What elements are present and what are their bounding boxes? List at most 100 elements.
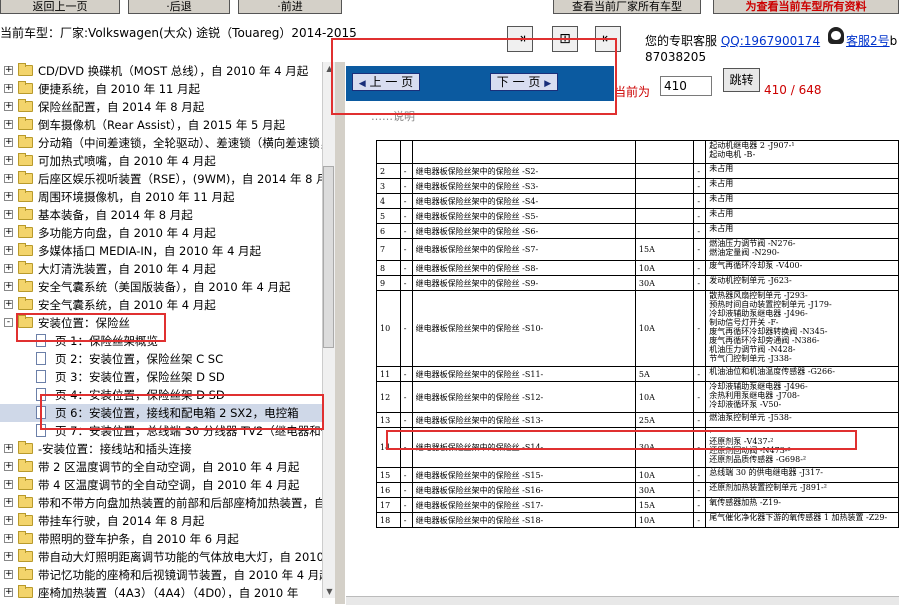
fuse-number-cell: 16 <box>376 482 401 498</box>
expand-node-icon[interactable]: + <box>4 300 13 309</box>
tree-folder-item[interactable]: + 周围环境摄像机，自 2010 年 11 月起 <box>0 188 322 206</box>
qq-link[interactable]: QQ:1967900174 <box>721 34 820 48</box>
folder-icon <box>18 279 33 292</box>
amperage-cell: 10A <box>634 467 695 483</box>
tree-folder-item[interactable]: + CD/DVD 换碟机（MOST 总线），自 2010 年 4 月起 <box>0 62 322 80</box>
expand-node-icon[interactable]: + <box>4 192 13 201</box>
tree-folder-item[interactable]: + 分动箱（中间差速锁，全轮驱动）、差速锁（横向差速锁， <box>0 134 322 152</box>
expand-node-icon[interactable]: + <box>4 156 13 165</box>
fuse-description-cell: 继电器板保险丝架中的保险丝 -S18- <box>411 512 636 528</box>
tree-folder-item[interactable]: + 带 2 区温度调节的全自动空调，自 2010 年 4 月起 <box>0 458 322 476</box>
tree-folder-item[interactable]: + 带照明的登车护条，自 2010 年 6 月起 <box>0 530 322 548</box>
expand-node-icon[interactable]: + <box>4 210 13 219</box>
tree-page-item[interactable]: 页 7：安装位置，总线端 30 分线器 TV2（继电器和保险丝 <box>0 422 322 440</box>
device-text: 散热器风扇控制单元 -J293- <box>709 291 808 301</box>
tree-folder-item[interactable]: + 多功能方向盘，自 2010 年 4 月起 <box>0 224 322 242</box>
go-button[interactable]: 跳转 <box>723 68 760 92</box>
tree-page-label: 页 1：保险丝架概览 <box>55 334 158 348</box>
expand-node-icon[interactable]: + <box>4 588 13 597</box>
dash-cell: - <box>399 223 413 239</box>
tree-page-item[interactable]: 页 2：安装位置，保险丝架 C SC <box>0 350 322 368</box>
back-to-previous-button[interactable]: 返回上一页 <box>0 0 120 14</box>
expand-node-icon[interactable]: + <box>4 228 13 237</box>
fit-width-icon[interactable]: ⇥ <box>507 26 533 52</box>
dash-cell: - <box>399 238 413 261</box>
dash-cell: - <box>399 260 413 276</box>
tree-folder-item[interactable]: + 带挂车行驶，自 2014 年 8 月起 <box>0 512 322 530</box>
tree-folder-item[interactable]: + 可加热式喷嘴，自 2010 年 4 月起 <box>0 152 322 170</box>
expand-node-icon[interactable]: + <box>4 246 13 255</box>
tree-page-item[interactable]: 页 1：保险丝架概览 <box>0 332 322 350</box>
forward-button[interactable]: ·前进 <box>238 0 342 14</box>
view-all-docs-button[interactable]: 为查看当前车型所有资料 <box>713 0 899 14</box>
tree-item-label: 倒车摄像机（Rear Assist），自 2015 年 5 月起 <box>38 118 285 132</box>
expand-node-icon[interactable]: + <box>4 282 13 291</box>
expand-node-icon[interactable]: + <box>4 444 13 453</box>
device-text: 余热利用泵继电器 -J708- <box>709 391 800 400</box>
expand-node-icon[interactable]: + <box>4 516 13 525</box>
tree-folder-item[interactable]: + -安装位置：接线站和插头连接 <box>0 440 322 458</box>
expand-node-icon[interactable]: + <box>4 138 13 147</box>
pane-divider[interactable] <box>335 62 345 604</box>
tree-folder-item[interactable]: + 带记忆功能的座椅和后视镜调节装置，自 2010 年 4 月起 <box>0 566 322 584</box>
tree-scroll-thumb[interactable] <box>323 166 334 348</box>
dash-cell: - <box>693 163 707 179</box>
tree-folder-item[interactable]: + 多媒体插口 MEDIA-IN，自 2010 年 4 月起 <box>0 242 322 260</box>
expand-node-icon[interactable]: + <box>4 84 13 93</box>
expand-node-icon[interactable]: + <box>4 534 13 543</box>
prev-page-button[interactable]: ◀ 上 一 页 <box>352 73 420 91</box>
device-text: 总线端 30 的供电继电器 -J317- <box>709 468 823 478</box>
device-cell: 还原剂加热装置控制单元 -J891-² <box>705 482 899 498</box>
tree-item-label: 带 2 区温度调节的全自动空调，自 2010 年 4 月起 <box>38 460 300 474</box>
expand-node-icon[interactable]: + <box>4 480 13 489</box>
collapse-icon[interactable]: ⇤ <box>595 26 621 52</box>
tree-folder-item[interactable]: + 带和不带方向盘加热装置的前部和后部座椅加热装置，自 20 <box>0 494 322 512</box>
collapse-node-icon[interactable]: - <box>4 318 13 327</box>
amperage-cell <box>634 163 695 179</box>
expand-node-icon[interactable]: + <box>4 498 13 507</box>
fit-page-icon[interactable]: ⊞ <box>552 26 578 52</box>
expand-node-icon[interactable]: + <box>4 174 13 183</box>
expand-node-icon[interactable]: + <box>4 264 13 273</box>
tree-folder-item[interactable]: + 带自动大灯照明距离调节功能的气体放电大灯，自 2010 年 <box>0 548 322 566</box>
fuse-number-cell: 18 <box>376 512 401 528</box>
tree-folder-item[interactable]: + 便捷系统，自 2010 年 11 月起 <box>0 80 322 98</box>
navigation-tree: + CD/DVD 换碟机（MOST 总线），自 2010 年 4 月起 + 便捷系统，… <box>0 62 322 598</box>
back-button[interactable]: ·后退 <box>128 0 230 14</box>
tree-folder-item[interactable]: + 大灯清洗装置，自 2010 年 4 月起 <box>0 260 322 278</box>
tree-page-item[interactable]: 页 6：安装位置，接线和配电箱 2 SX2，电控箱 <box>0 404 322 422</box>
tree-folder-item[interactable]: + 带 4 区温度调节的全自动空调，自 2010 年 4 月起 <box>0 476 322 494</box>
tree-item-label: 便捷系统，自 2010 年 11 月起 <box>38 82 201 96</box>
tree-page-item[interactable]: 页 3：安装位置，保险丝架 D SD <box>0 368 322 386</box>
amperage-cell <box>634 178 695 194</box>
tree-folder-item[interactable]: + 倒车摄像机（Rear Assist），自 2015 年 5 月起 <box>0 116 322 134</box>
expand-node-icon[interactable]: + <box>4 552 13 561</box>
expand-node-icon[interactable]: + <box>4 462 13 471</box>
dash-cell: - <box>399 412 413 428</box>
tree-folder-item[interactable]: + 保险丝配置，自 2014 年 8 月起 <box>0 98 322 116</box>
tree-folder-item[interactable]: + 座椅加热装置（4A3）（4A4）（4D0），自 2010 年 <box>0 584 322 598</box>
device-text: 未占用 <box>709 194 734 204</box>
tree-page-item[interactable]: 页 4：安装位置，保险丝架 D SD <box>0 386 322 404</box>
tree-folder-item[interactable]: + 基本装备，自 2014 年 8 月起 <box>0 206 322 224</box>
next-page-button[interactable]: 下 一 页 ▶ <box>490 73 558 91</box>
expand-node-icon[interactable]: + <box>4 120 13 129</box>
expand-node-icon[interactable]: + <box>4 570 13 579</box>
tree-folder-item[interactable]: + 安全气囊系统（美国版装备），自 2010 年 4 月起 <box>0 278 322 296</box>
tree-folder-item[interactable]: + 安全气囊系统，自 2010 年 4 月起 <box>0 296 322 314</box>
view-all-models-button[interactable]: 查看当前厂家所有车型 <box>553 0 701 14</box>
agent-link[interactable]: 客服2号 <box>846 34 890 48</box>
dash-cell: - <box>693 193 707 209</box>
tree-folder-item[interactable]: - 安装位置：保险丝 <box>0 314 322 332</box>
expand-node-icon[interactable]: + <box>4 102 13 111</box>
expand-node-icon[interactable]: + <box>4 66 13 75</box>
device-text: 废气再循环冷却泵 -V400- <box>709 261 803 271</box>
amperage-cell <box>634 193 695 209</box>
dash-cell: - <box>693 467 707 483</box>
page-number-input[interactable] <box>660 76 712 96</box>
tree-folder-item[interactable]: + 后座区娱乐视听装置（RSE），(9WM)，自 2014 年 8 月 <box>0 170 322 188</box>
tree-page-label: 页 6：安装位置，接线和配电箱 2 SX2，电控箱 <box>55 406 299 420</box>
fuse-table: 起动机继电器 2 -J907-¹ 起动电机 -B- 2- 继电器板保险丝架中的保险丝 … <box>376 140 899 528</box>
amperage-cell: 30A <box>634 275 695 291</box>
qq-penguin-icon[interactable] <box>828 27 844 44</box>
